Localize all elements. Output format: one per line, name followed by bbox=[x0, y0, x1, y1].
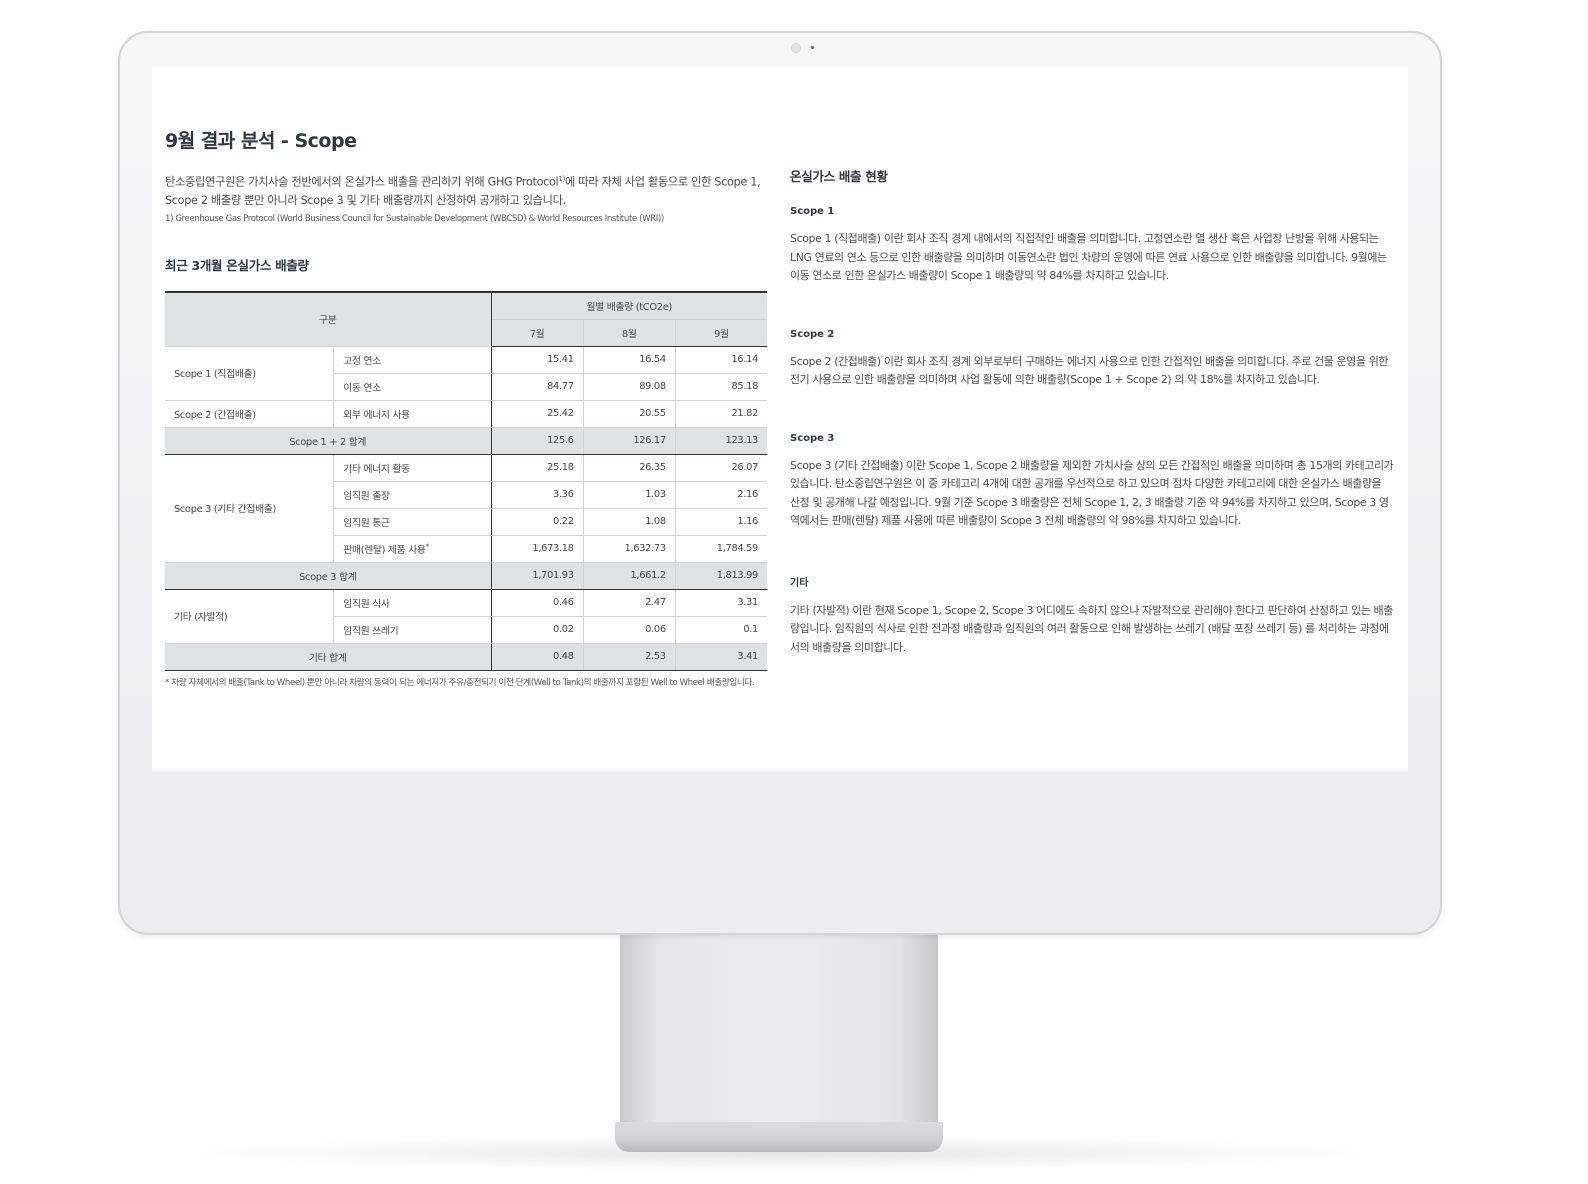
scope3-section: Scope 3 Scope 3 (기타 간접배출) 이란 Scope 1, Sc… bbox=[790, 433, 1394, 531]
cell-value: 21.82 bbox=[675, 400, 767, 428]
other-section: 기타 기타 (자발적) 이란 현재 Scope 1, Scope 2, Scop… bbox=[790, 574, 1394, 658]
cell-value: 84.77 bbox=[491, 373, 584, 401]
row-item: 기타 에너지 활동 bbox=[333, 454, 492, 482]
row-item-label: 판매(렌탈) 제품 사용 bbox=[343, 544, 426, 556]
cell-value: 2.16 bbox=[675, 481, 767, 509]
cell-value: 25.18 bbox=[491, 454, 584, 482]
sum-value: 1,813.99 bbox=[675, 561, 767, 590]
scope1-section: Scope 1 Scope 1 (직접배출) 이란 회사 조직 경계 내에서의 … bbox=[790, 206, 1394, 286]
row-item: 임직원 통근 bbox=[333, 508, 492, 536]
cell-value: 0.02 bbox=[491, 616, 584, 644]
sum-label: Scope 1 + 2 합계 bbox=[165, 426, 492, 455]
right-column: 온실가스 배출 현황 Scope 1 Scope 1 (직접배출) 이란 회사 … bbox=[790, 166, 1394, 657]
cell-value: 15.41 bbox=[491, 346, 584, 374]
page-title: 9월 결과 분석 - Scope bbox=[165, 130, 357, 152]
header-monthly: 월별 배출량 (tCO2e) bbox=[491, 290, 767, 320]
sum-label: Scope 3 합계 bbox=[165, 561, 492, 590]
row-item: 임직원 출장 bbox=[333, 481, 492, 509]
monitor: 9월 결과 분석 - Scope 탄소중립연구원은 가치사슬 전반에서의 온실가… bbox=[118, 31, 1442, 935]
cell-value: 26.35 bbox=[583, 454, 676, 482]
cell-value: 3.31 bbox=[675, 589, 767, 617]
table-sum-row: Scope 1 + 2 합계 125.6 126.17 123.13 bbox=[165, 426, 767, 455]
table-title: 최근 3개월 온실가스 배출량 bbox=[165, 257, 309, 273]
emission-status-title: 온실가스 배출 현황 bbox=[790, 169, 888, 184]
cell-value: 16.14 bbox=[675, 346, 767, 374]
cell-value: 2.47 bbox=[583, 589, 676, 617]
table-row: 기타 (자발적) 임직원 식사 0.46 2.47 3.31 bbox=[165, 589, 767, 644]
sum-value: 3.41 bbox=[675, 642, 767, 671]
row-item: 외부 에너지 사용 bbox=[333, 400, 492, 428]
intro-paragraph: 탄소중립연구원은 가치사슬 전반에서의 온실가스 배출을 관리하기 위해 GHG… bbox=[165, 170, 767, 210]
row-item: 판매(렌탈) 제품 사용* bbox=[333, 535, 492, 563]
cell-value: 1,673.18 bbox=[491, 535, 584, 563]
cell-value: 20.55 bbox=[583, 400, 676, 428]
table-sum-row: Scope 3 합계 1,701.93 1,661.2 1,813.99 bbox=[165, 561, 767, 590]
cell-value: 16.54 bbox=[583, 346, 676, 374]
section-text: Scope 2 (간접배출) 이란 회사 조직 경계 외부로부터 구매하는 에너… bbox=[790, 354, 1389, 387]
row-item: 임직원 식사 bbox=[333, 589, 492, 617]
scope2-section: Scope 2 Scope 2 (간접배출) 이란 회사 조직 경계 외부로부터… bbox=[790, 329, 1394, 390]
cell-value: 89.08 bbox=[583, 373, 676, 401]
row-item: 고정 연소 bbox=[333, 346, 492, 374]
header-month-sep: 9월 bbox=[675, 319, 767, 347]
row-group-label: 기타 (자발적) bbox=[165, 589, 335, 644]
sum-value: 0.48 bbox=[491, 642, 584, 671]
section-heading: 기타 bbox=[790, 577, 809, 589]
table-row: Scope 1 (직접배출) 고정 연소 15.41 16.54 16.14 bbox=[165, 346, 767, 401]
cell-value: 1.08 bbox=[583, 508, 676, 536]
intro-footnote-ref: 1) bbox=[558, 175, 565, 183]
cell-value: 0.46 bbox=[491, 589, 584, 617]
sum-value: 1,661.2 bbox=[583, 561, 676, 590]
screen: 9월 결과 분석 - Scope 탄소중립연구원은 가치사슬 전반에서의 온실가… bbox=[152, 66, 1408, 771]
cell-value: 25.42 bbox=[491, 400, 584, 428]
sum-value: 123.13 bbox=[675, 426, 767, 455]
cell-value: 0.22 bbox=[491, 508, 584, 536]
camera-icon bbox=[791, 43, 801, 53]
cell-value: 0.1 bbox=[675, 616, 767, 644]
header-month-jul: 7월 bbox=[491, 319, 584, 347]
cell-value: 1,632.73 bbox=[583, 535, 676, 563]
row-group-label: Scope 3 (기타 간접배출) bbox=[165, 454, 335, 563]
cell-value: 1.16 bbox=[675, 508, 767, 536]
cell-value: 26.07 bbox=[675, 454, 767, 482]
monitor-stand bbox=[620, 935, 938, 1131]
sum-value: 125.6 bbox=[491, 426, 584, 455]
cell-value: 1.03 bbox=[583, 481, 676, 509]
section-text: Scope 3 (기타 간접배출) 이란 Scope 1, Scope 2 배출… bbox=[790, 458, 1394, 528]
table-row: Scope 2 (간접배출) 외부 에너지 사용 25.42 20.55 21.… bbox=[165, 400, 767, 428]
camera-sensor-icon bbox=[811, 46, 814, 49]
table-sum-row: 기타 합계 0.48 2.53 3.41 bbox=[165, 642, 767, 671]
section-text: 기타 (자발적) 이란 현재 Scope 1, Scope 2, Scope 3… bbox=[790, 603, 1393, 654]
table-note: * 차량 자체에서의 배출(Tank to Wheel) 뿐만 아니라 차량의 … bbox=[165, 677, 755, 688]
sum-value: 126.17 bbox=[583, 426, 676, 455]
asterisk-mark: * bbox=[425, 542, 430, 551]
intro-text-part1: 탄소중립연구원은 가치사슬 전반에서의 온실가스 배출을 관리하기 위해 GHG… bbox=[165, 175, 559, 189]
table-row: Scope 3 (기타 간접배출) 기타 에너지 활동 25.18 26.35 … bbox=[165, 454, 767, 563]
cell-value: 85.18 bbox=[675, 373, 767, 401]
section-heading: Scope 1 bbox=[790, 206, 835, 217]
header-category: 구분 bbox=[165, 290, 492, 347]
row-item: 이동 연소 bbox=[333, 373, 492, 401]
header-month-aug: 8월 bbox=[583, 319, 676, 347]
section-text: Scope 1 (직접배출) 이란 회사 조직 경계 내에서의 직접적인 배출을… bbox=[790, 232, 1387, 282]
row-group-label: Scope 2 (간접배출) bbox=[165, 400, 335, 428]
cell-value: 3.36 bbox=[491, 481, 584, 509]
emissions-table: 구분 월별 배출량 (tCO2e) 7월 8월 9월 Scope 1 (직접배출… bbox=[165, 290, 767, 671]
sum-label: 기타 합계 bbox=[165, 642, 492, 671]
sum-value: 2.53 bbox=[583, 642, 676, 671]
intro-footnote: 1) Greenhouse Gas Protocol (World Busine… bbox=[165, 213, 664, 224]
row-item: 임직원 쓰레기 bbox=[333, 616, 492, 644]
sum-value: 1,701.93 bbox=[491, 561, 584, 590]
row-group-label: Scope 1 (직접배출) bbox=[165, 346, 335, 401]
cell-value: 1,784.59 bbox=[675, 535, 767, 563]
section-heading: Scope 3 bbox=[790, 432, 835, 444]
monitor-base bbox=[615, 1122, 943, 1152]
section-heading: Scope 2 bbox=[790, 328, 835, 340]
cell-value: 0.06 bbox=[583, 616, 676, 644]
left-column: 9월 결과 분석 - Scope 탄소중립연구원은 가치사슬 전반에서의 온실가… bbox=[165, 126, 767, 690]
